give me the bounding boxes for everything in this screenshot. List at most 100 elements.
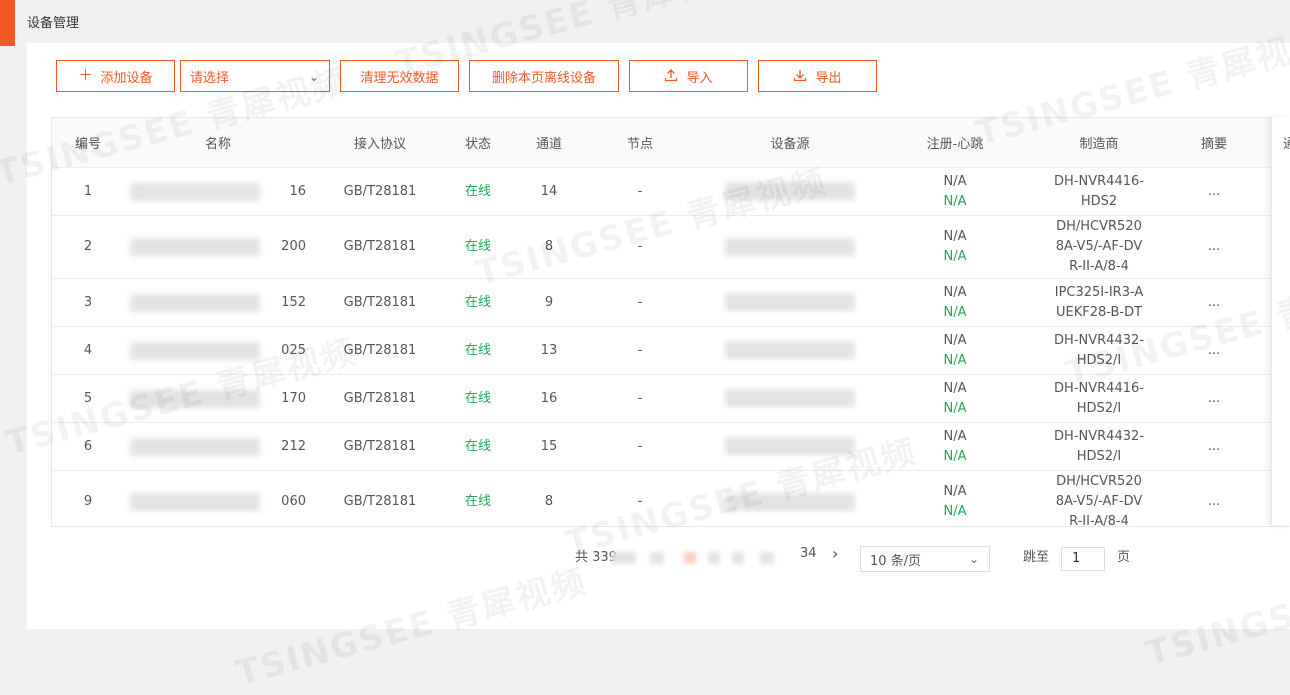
- cell-node: -: [590, 278, 690, 327]
- cell-register-heartbeat: N/A N/A: [890, 215, 1020, 279]
- manufacturer-line: UEKF28-B-DT: [1055, 304, 1143, 320]
- cell-status: 在线: [448, 374, 508, 423]
- blurred-page: [732, 552, 744, 564]
- page-suffix: 页: [1117, 550, 1131, 565]
- name-suffix: 212: [281, 438, 306, 454]
- cell-node: -: [590, 374, 690, 423]
- cell-manufacturer: IPC325I-IR3-A UEKF28-B-DT: [1020, 278, 1178, 327]
- manufacturer-line: DH-NVR4432-: [1054, 428, 1144, 444]
- redacted-name: [130, 182, 260, 201]
- cell-protocol: GB/T28181: [312, 215, 448, 279]
- manufacturer-line: DH-NVR4416-: [1054, 173, 1144, 189]
- name-suffix: 200: [281, 239, 306, 254]
- cell-summary[interactable]: ...: [1178, 215, 1250, 279]
- col-header-source: 设备源: [690, 118, 890, 168]
- cell-status: 在线: [448, 326, 508, 375]
- heartbeat-value: N/A: [943, 400, 967, 416]
- cell-channels: 16: [508, 374, 590, 423]
- register-value: N/A: [943, 332, 967, 348]
- col-header-truncated: 通: [1283, 137, 1290, 152]
- export-button[interactable]: 导出: [758, 60, 877, 92]
- redacted-source: [725, 341, 855, 359]
- device-select-placeholder: 请选择: [190, 70, 230, 86]
- manufacturer-line: HDS2/I: [1076, 400, 1122, 416]
- cell-protocol: GB/T28181: [312, 422, 448, 471]
- cell-register-heartbeat: N/A N/A: [890, 374, 1020, 423]
- manufacturer-line: 8A-V5/-AF-DV: [1055, 239, 1143, 254]
- cell-status: 在线: [448, 470, 508, 526]
- table-row[interactable]: 6 212 GB/T28181 在线 15- N/A N/A DH-NVR4432- HDS2/…: [52, 422, 1290, 471]
- name-suffix: 170: [281, 390, 306, 406]
- plus-icon: ＋: [78, 68, 93, 84]
- export-label: 导出: [815, 70, 842, 86]
- name-suffix: 060: [281, 494, 306, 509]
- cell-source: [690, 326, 890, 375]
- blurred-total: [612, 552, 636, 564]
- redacted-name: [130, 437, 260, 456]
- redacted-source: [725, 237, 855, 256]
- manufacturer-line: R-II-A/8-4: [1069, 259, 1129, 274]
- chevron-down-icon: ⌄: [968, 552, 979, 566]
- cell-name: 200: [124, 215, 312, 279]
- cell-id: 2: [52, 215, 124, 279]
- cell-register-heartbeat: N/A N/A: [890, 326, 1020, 375]
- cell-status: 在线: [448, 422, 508, 471]
- cell-summary[interactable]: ...: [1178, 422, 1250, 471]
- cell-node: -: [590, 326, 690, 375]
- delete-offline-label: 删除本页离线设备: [491, 70, 596, 86]
- page-size-select[interactable]: 10 条/页 ⌄: [860, 546, 990, 572]
- cell-manufacturer: DH/HCVR520 8A-V5/-AF-DV R-II-A/8-4: [1020, 470, 1178, 527]
- cell-channels: 15: [508, 422, 590, 471]
- redacted-name: [130, 293, 260, 312]
- page-size-value: 10 条/页: [870, 553, 922, 569]
- import-label: 导入: [686, 70, 713, 86]
- cell-channels: 14: [508, 167, 590, 216]
- register-value: N/A: [943, 484, 967, 499]
- device-table: 编号 名称 接入协议 状态 通道 节点 设备源 注册-心跳 制造商 摘要 1 16…: [51, 117, 1290, 527]
- cell-summary[interactable]: ...: [1178, 470, 1250, 526]
- name-suffix: 16: [289, 183, 306, 199]
- upload-icon: [664, 68, 678, 85]
- cell-name: 152: [124, 278, 312, 327]
- delete-offline-button[interactable]: 删除本页离线设备: [469, 60, 619, 92]
- import-button[interactable]: 导入: [629, 60, 748, 92]
- cell-node: -: [590, 422, 690, 471]
- heartbeat-value: N/A: [943, 249, 967, 264]
- heartbeat-value: N/A: [943, 352, 967, 368]
- manufacturer-line: DH/HCVR520: [1056, 474, 1142, 489]
- add-device-button[interactable]: ＋ 添加设备: [56, 60, 175, 92]
- cell-summary[interactable]: ...: [1178, 374, 1250, 423]
- table-row[interactable]: 3 152 GB/T28181 在线 9- N/A N/A IPC325I-IR3-A UEKF…: [52, 278, 1290, 327]
- register-value: N/A: [943, 380, 967, 396]
- cell-summary[interactable]: ...: [1178, 167, 1250, 216]
- pagination-last-page[interactable]: 34: [800, 546, 817, 572]
- jump-label: 跳至: [1023, 550, 1050, 565]
- heartbeat-value: N/A: [943, 304, 967, 320]
- jump-page-input[interactable]: 1: [1061, 547, 1105, 571]
- cell-name: 060: [124, 470, 312, 526]
- redacted-name: [130, 493, 260, 511]
- add-device-label: 添加设备: [100, 70, 153, 86]
- next-page-icon[interactable]: ›: [832, 544, 838, 570]
- cell-source: [690, 278, 890, 327]
- left-rail: [0, 46, 27, 629]
- manufacturer-line: IPC325I-IR3-A: [1054, 284, 1144, 300]
- manufacturer-line: DH/HCVR520: [1056, 219, 1142, 234]
- cell-channels: 9: [508, 278, 590, 327]
- register-value: N/A: [943, 284, 967, 300]
- cell-register-heartbeat: N/A N/A: [890, 167, 1020, 216]
- col-header-channels: 通道: [508, 118, 590, 168]
- cell-protocol: GB/T28181: [312, 278, 448, 327]
- page-title: 设备管理: [27, 16, 80, 31]
- col-header-status: 状态: [448, 118, 508, 168]
- cell-protocol: GB/T28181: [312, 167, 448, 216]
- heartbeat-value: N/A: [943, 193, 967, 209]
- download-icon: [793, 68, 807, 85]
- cell-id: 3: [52, 278, 124, 327]
- manufacturer-line: R-II-A/8-4: [1069, 514, 1129, 527]
- redacted-source: [725, 293, 855, 311]
- manufacturer-line: HDS2/I: [1076, 448, 1122, 464]
- register-value: N/A: [943, 173, 967, 189]
- cell-status: 在线: [448, 167, 508, 216]
- cell-name: 16: [124, 167, 312, 216]
